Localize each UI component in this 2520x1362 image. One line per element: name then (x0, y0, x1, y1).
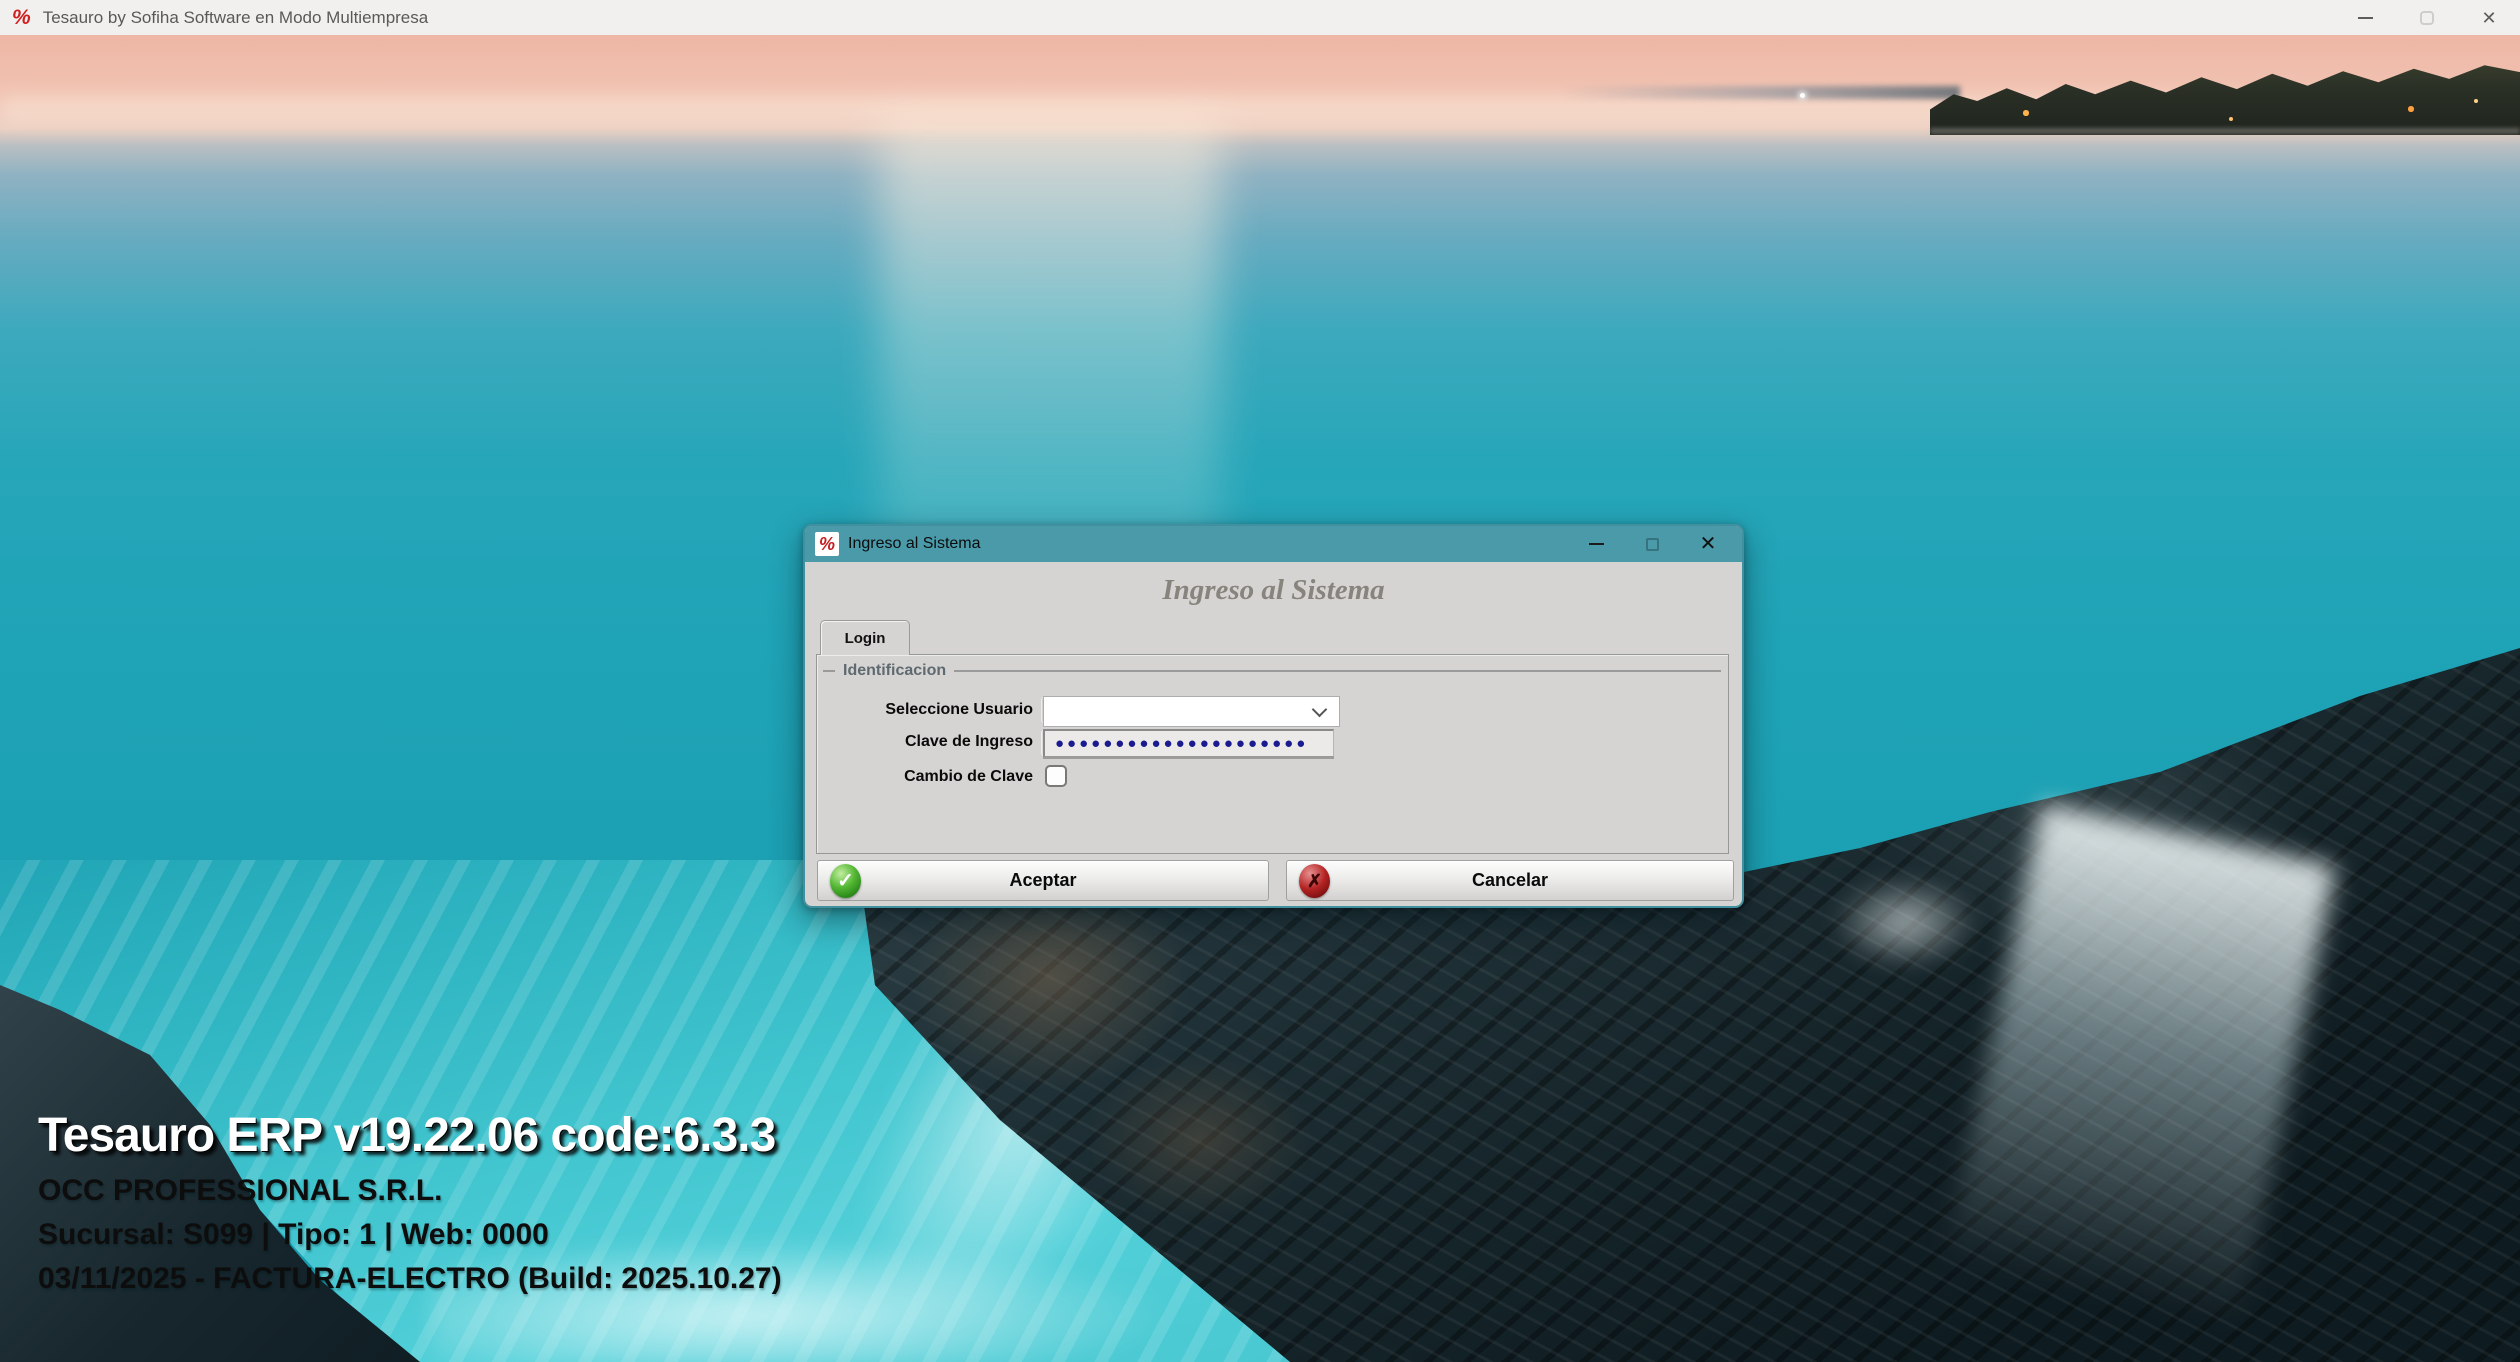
build-info-text: 03/11/2025 - FACTURA-ELECTRO (Build: 202… (38, 1262, 782, 1295)
maximize-icon (2420, 11, 2434, 25)
close-button[interactable]: ✕ (2458, 0, 2520, 35)
dialog-controls: ✕ (1568, 526, 1736, 562)
dialog-maximize-button[interactable] (1624, 526, 1680, 562)
app-logo-icon: % (12, 7, 31, 28)
chevron-down-icon (1312, 701, 1328, 717)
company-name-text: OCC PROFESSIONAL S.R.L. (38, 1174, 782, 1207)
window-title: Tesauro by Sofiha Software en Modo Multi… (43, 8, 429, 28)
version-overlay: Tesauro ERP v19.22.06 code:6.3.3 OCC PRO… (38, 1108, 782, 1295)
cancel-button[interactable]: ✗ Cancelar (1286, 860, 1734, 901)
group-line (954, 670, 1721, 672)
dialog-button-bar: ✓ Aceptar ✗ Cancelar (805, 860, 1742, 902)
cancel-button-label: Cancelar (1287, 870, 1733, 891)
sea-foam (1830, 875, 1980, 970)
minimize-button[interactable] (2334, 0, 2396, 35)
dialog-close-icon: ✕ (1700, 534, 1717, 554)
group-header: Identificacion (823, 661, 1721, 681)
identification-panel: Identificacion Seleccione Usuario ⬇ Clav… (816, 654, 1729, 854)
dialog-logo-icon: % (815, 532, 839, 556)
window-controls: ✕ (2334, 0, 2520, 35)
maximize-button[interactable] (2396, 0, 2458, 35)
dialog-minimize-button[interactable] (1568, 526, 1624, 562)
distant-light (1800, 93, 1805, 98)
minimize-icon (2358, 17, 2373, 19)
dialog-title: Ingreso al Sistema (848, 535, 981, 553)
dialog-minimize-icon (1589, 543, 1604, 545)
dialog-maximize-icon (1646, 538, 1659, 551)
user-select[interactable] (1043, 696, 1340, 727)
group-label: Identificacion (843, 662, 946, 680)
dialog-titlebar[interactable]: % Ingreso al Sistema ✕ (805, 526, 1742, 562)
close-icon: ✕ (2481, 9, 2496, 27)
peninsula-silhouette (1930, 50, 2520, 135)
password-input[interactable]: ●●●●●●●●●●●●●●●●●●●●● (1043, 729, 1334, 757)
group-line (823, 670, 835, 672)
change-password-label: Cambio de Clave (847, 768, 1033, 786)
dialog-heading: Ingreso al Sistema (805, 574, 1742, 607)
app-screen: % Tesauro by Sofiha Software en Modo Mul… (0, 0, 2520, 1362)
peninsula-lights (1930, 50, 1932, 52)
erp-version-text: Tesauro ERP v19.22.06 code:6.3.3 (38, 1108, 782, 1163)
password-label: Clave de Ingreso (847, 733, 1033, 751)
password-masked-value: ●●●●●●●●●●●●●●●●●●●●● (1055, 736, 1308, 751)
dialog-close-button[interactable]: ✕ (1680, 526, 1736, 562)
distant-shoreline (1560, 86, 1960, 99)
tab-login[interactable]: Login (820, 620, 910, 655)
peninsula-waterline (1930, 128, 2520, 134)
login-dialog: % Ingreso al Sistema ✕ Ingreso al Sistem… (803, 524, 1744, 908)
accept-button-label: Aceptar (818, 870, 1268, 891)
branch-info-text: Sucursal: S099 | Tipo: 1 | Web: 0000 (38, 1218, 782, 1251)
user-select-label: Seleccione Usuario (847, 701, 1033, 719)
accept-button[interactable]: ✓ Aceptar (817, 860, 1269, 901)
window-titlebar: % Tesauro by Sofiha Software en Modo Mul… (0, 0, 2520, 35)
change-password-checkbox[interactable] (1045, 765, 1067, 787)
